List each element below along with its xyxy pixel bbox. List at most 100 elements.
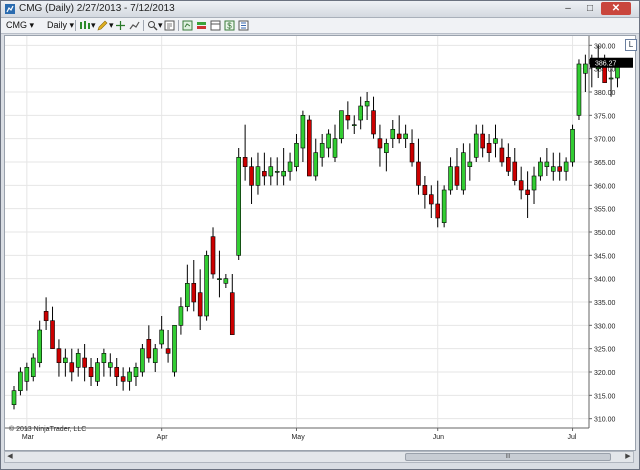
- candle-body: [416, 161, 421, 186]
- toolbar-divider: [75, 20, 76, 31]
- candle-body: [120, 376, 126, 382]
- candle-body: [326, 133, 331, 149]
- candlestick-chart[interactable]: 310.00 315.00 320.00 325.00 330.00 335.00 340.…: [5, 36, 635, 450]
- candle-body: [563, 161, 569, 172]
- horizontal-scrollbar[interactable]: ◀ III ▶: [4, 451, 634, 463]
- candle-body: [165, 348, 171, 354]
- chart-window: CMG (Daily) 2/27/2013 - 7/12/2013 – □ ✕ …: [0, 0, 640, 470]
- minimize-button[interactable]: –: [559, 2, 577, 15]
- last-price-label: 386.27: [595, 61, 617, 68]
- candle-body: [281, 171, 286, 177]
- chart-trader-icon[interactable]: [196, 20, 207, 31]
- candle-body: [63, 357, 68, 363]
- scrollbar-thumb[interactable]: III: [405, 453, 611, 461]
- candle-body: [294, 143, 299, 167]
- interval-selector[interactable]: Daily ▾: [47, 19, 74, 32]
- chevron-down-icon[interactable]: ▾: [158, 19, 163, 32]
- dollar-icon[interactable]: $: [224, 20, 235, 31]
- y-tick-label: 315.00: [594, 393, 616, 400]
- candle-body: [550, 166, 556, 172]
- y-tick-label: 320.00: [594, 370, 616, 377]
- x-tick-label: Jun: [433, 434, 444, 441]
- candle-body: [351, 124, 357, 126]
- window-title: CMG (Daily) 2/27/2013 - 7/12/2013: [19, 3, 175, 14]
- y-tick-label: 340.00: [594, 277, 616, 284]
- zoom-icon[interactable]: [147, 20, 158, 31]
- candle-body: [441, 189, 447, 223]
- indicator-icon[interactable]: [129, 20, 140, 31]
- x-tick-label: Jul: [568, 434, 577, 441]
- scroll-left-arrow-icon[interactable]: ◀: [5, 452, 15, 462]
- title-bar[interactable]: CMG (Daily) 2/27/2013 - 7/12/2013 – □ ✕: [1, 1, 639, 18]
- candle-body: [390, 129, 396, 139]
- y-tick-label: 370.00: [594, 137, 616, 144]
- copyright-label: © 2013 NinjaTrader, LLC: [9, 426, 87, 433]
- close-button[interactable]: ✕: [601, 2, 631, 15]
- y-tick-label: 355.00: [594, 207, 616, 214]
- candle-body: [88, 367, 94, 377]
- candle-body: [512, 161, 518, 181]
- instrument-selector[interactable]: CMG ▾: [6, 19, 34, 32]
- candle-body: [255, 166, 261, 186]
- candle-body: [480, 133, 485, 149]
- candle-body: [197, 292, 203, 317]
- candle-body: [229, 292, 235, 335]
- candle-body: [210, 236, 216, 275]
- price-chart-panel[interactable]: 310.00 315.00 320.00 325.00 330.00 335.00 340.…: [4, 35, 637, 451]
- candle-body: [95, 362, 100, 382]
- toolbar-divider: [178, 20, 179, 31]
- maximize-button[interactable]: □: [581, 2, 599, 15]
- chevron-down-icon[interactable]: ▾: [109, 19, 114, 32]
- candle-body: [499, 147, 505, 163]
- y-tick-label: 360.00: [594, 183, 616, 190]
- data-series-icon[interactable]: [238, 20, 249, 31]
- x-tick-label: Mar: [22, 434, 35, 441]
- y-tick-label: 375.00: [594, 113, 616, 120]
- candle-body: [473, 133, 479, 158]
- candle-body: [133, 367, 139, 377]
- data-box-icon[interactable]: [210, 20, 221, 31]
- candle-body: [576, 63, 582, 116]
- y-tick-label: 365.00: [594, 160, 616, 167]
- strategies-icon[interactable]: [182, 20, 193, 31]
- y-tick-label: 345.00: [594, 253, 616, 260]
- candle-body: [140, 348, 145, 373]
- candle-body: [11, 390, 17, 405]
- crosshair-icon[interactable]: [115, 20, 126, 31]
- candle-body: [570, 129, 575, 163]
- y-tick-label: 310.00: [594, 417, 616, 424]
- svg-text:$: $: [227, 22, 232, 31]
- candle-body: [461, 152, 466, 191]
- candle-body: [518, 180, 524, 191]
- candle-body: [448, 166, 453, 191]
- candle-body: [274, 171, 280, 173]
- candle-body: [396, 133, 402, 139]
- candle-body: [242, 157, 248, 167]
- candle-body: [493, 138, 498, 144]
- candle-body: [428, 194, 434, 205]
- bars-type-icon[interactable]: [79, 20, 90, 31]
- chevron-down-icon[interactable]: ▾: [91, 19, 96, 32]
- candle-body: [178, 306, 184, 326]
- candle-body: [30, 357, 36, 377]
- candle-body: [249, 166, 254, 186]
- candle-body: [454, 166, 460, 186]
- candle-body: [435, 203, 441, 219]
- properties-icon[interactable]: [164, 20, 175, 31]
- candle-body: [204, 255, 209, 317]
- candle-body: [50, 320, 55, 349]
- drawing-pencil-icon[interactable]: [97, 20, 108, 31]
- candle-body: [191, 283, 197, 303]
- candle-body: [544, 161, 550, 167]
- candle-body: [583, 63, 588, 74]
- candle-body: [127, 371, 132, 382]
- candle-body: [108, 362, 113, 368]
- candle-body: [223, 278, 229, 284]
- candle-body: [152, 348, 158, 363]
- candle-body: [114, 367, 120, 377]
- candle-body: [467, 161, 473, 167]
- app-icon: [5, 4, 15, 14]
- scale-justification-button[interactable]: L: [625, 39, 637, 51]
- candle-body: [37, 329, 42, 363]
- scroll-right-arrow-icon[interactable]: ▶: [623, 452, 633, 462]
